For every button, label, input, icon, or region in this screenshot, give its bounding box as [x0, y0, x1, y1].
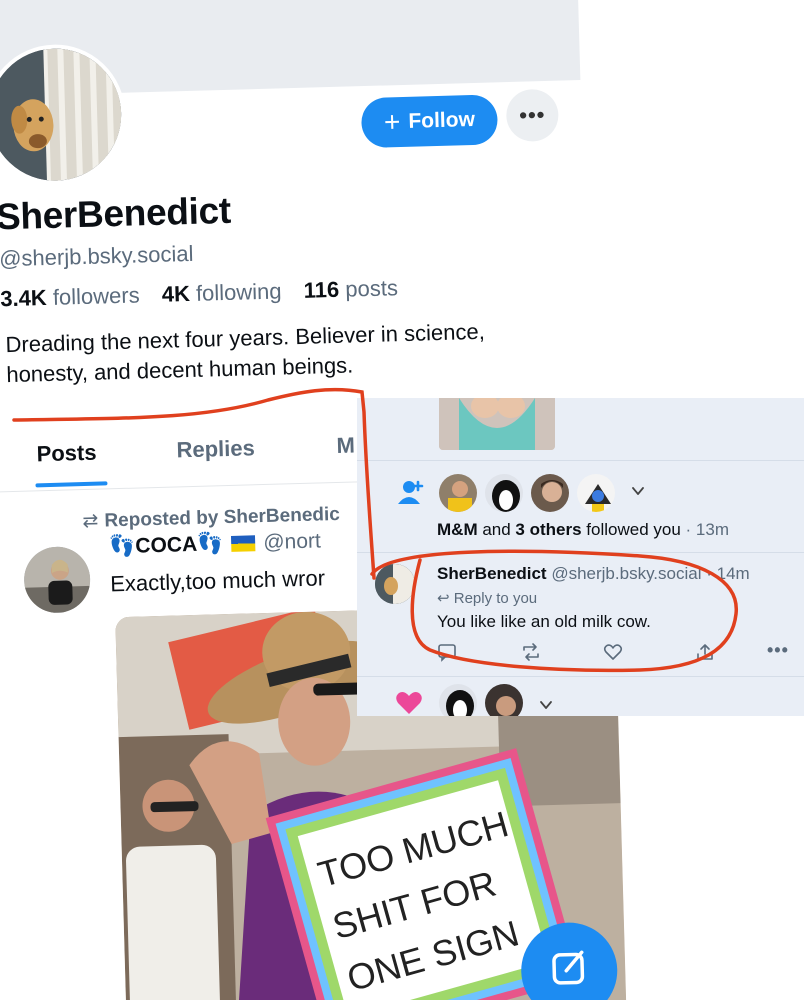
reply-author-name[interactable]: SherBenedict — [437, 564, 547, 583]
follower-avatar[interactable] — [575, 472, 617, 514]
liker-avatar[interactable] — [483, 682, 525, 716]
follow-notice-connector: and — [477, 520, 516, 539]
profile-handle: @sherjb.bsky.social — [0, 240, 194, 272]
follow-notice-action: followed you — [581, 520, 681, 539]
like-icon[interactable] — [603, 642, 623, 662]
tab-media[interactable]: M — [336, 432, 355, 459]
chevron-down-icon[interactable] — [539, 698, 553, 712]
reply-author-avatar[interactable] — [375, 564, 415, 604]
post-author-avatar[interactable] — [23, 545, 92, 614]
more-options-button[interactable]: ••• — [505, 88, 560, 143]
divider — [357, 552, 804, 553]
reply-text: You like like an old milk cow. — [437, 612, 651, 631]
profile-bio: Dreading the next four years. Believer i… — [5, 318, 486, 388]
divider — [357, 460, 804, 461]
ukraine-flag-icon — [231, 535, 256, 553]
followers-label[interactable]: followers — [53, 282, 140, 309]
post-author-name[interactable]: 👣COCA👣 — [109, 532, 224, 558]
reply-more-button[interactable]: ••• — [767, 640, 789, 661]
post-author: 👣COCA👣 @nort — [109, 529, 321, 559]
share-icon[interactable] — [695, 642, 715, 662]
notifications-panel: M&M and 3 others followed you · 13m Sher… — [357, 398, 804, 716]
more-icon: ••• — [518, 102, 546, 128]
liker-avatar[interactable] — [437, 682, 479, 716]
post-text: Exactly,too much wror — [109, 565, 326, 597]
reply-to-label: Reply to you — [453, 590, 538, 607]
display-name: SherBenedict — [0, 189, 232, 238]
follow-button[interactable]: + Follow — [360, 94, 499, 149]
follower-name[interactable]: M&M — [437, 520, 478, 539]
repost-icon: ⇄ — [82, 510, 99, 533]
others-count[interactable]: 3 others — [515, 520, 581, 539]
tab-replies[interactable]: Replies — [176, 435, 255, 463]
followers-count[interactable]: 3.4K — [0, 285, 47, 311]
liked-heart-icon — [396, 692, 422, 714]
posts-count: 116 — [303, 276, 340, 303]
tab-posts[interactable]: Posts — [36, 440, 97, 468]
repost-indicator: ⇄ Reposted by SherBenedic — [82, 503, 340, 533]
notification-image[interactable] — [439, 398, 555, 450]
reply-icon[interactable] — [437, 642, 457, 662]
repost-icon[interactable] — [521, 642, 541, 662]
reply-time: · 14m — [706, 564, 750, 583]
follower-avatar[interactable] — [437, 472, 479, 514]
new-follower-icon — [398, 480, 424, 504]
following-count[interactable]: 4K — [161, 281, 190, 307]
follower-avatar[interactable] — [529, 472, 571, 514]
divider — [357, 676, 804, 677]
post-author-handle[interactable]: @nort — [263, 529, 321, 554]
posts-label: posts — [344, 275, 399, 302]
compose-icon — [552, 950, 585, 985]
profile-stats: 3.4K followers 4K following 116 posts — [0, 275, 398, 312]
chevron-down-icon[interactable] — [631, 484, 645, 498]
reply-header: SherBenedict @sherjb.bsky.social · 14m — [437, 564, 750, 584]
active-tab-indicator — [35, 481, 108, 488]
repost-label[interactable]: Reposted by SherBenedic — [104, 504, 340, 532]
follower-avatar[interactable] — [483, 472, 525, 514]
reply-arrow-icon: ↩ — [437, 590, 450, 607]
profile-tabs: Posts Replies M — [0, 421, 400, 493]
follow-notice-time: · 13m — [680, 520, 729, 539]
follow-label: Follow — [408, 107, 476, 133]
reply-author-handle[interactable]: @sherjb.bsky.social — [551, 564, 701, 583]
follow-notification-text[interactable]: M&M and 3 others followed you · 13m — [437, 520, 729, 540]
reply-to-indicator: ↩ Reply to you — [437, 589, 537, 607]
following-label[interactable]: following — [196, 278, 282, 305]
plus-icon: + — [383, 106, 401, 138]
